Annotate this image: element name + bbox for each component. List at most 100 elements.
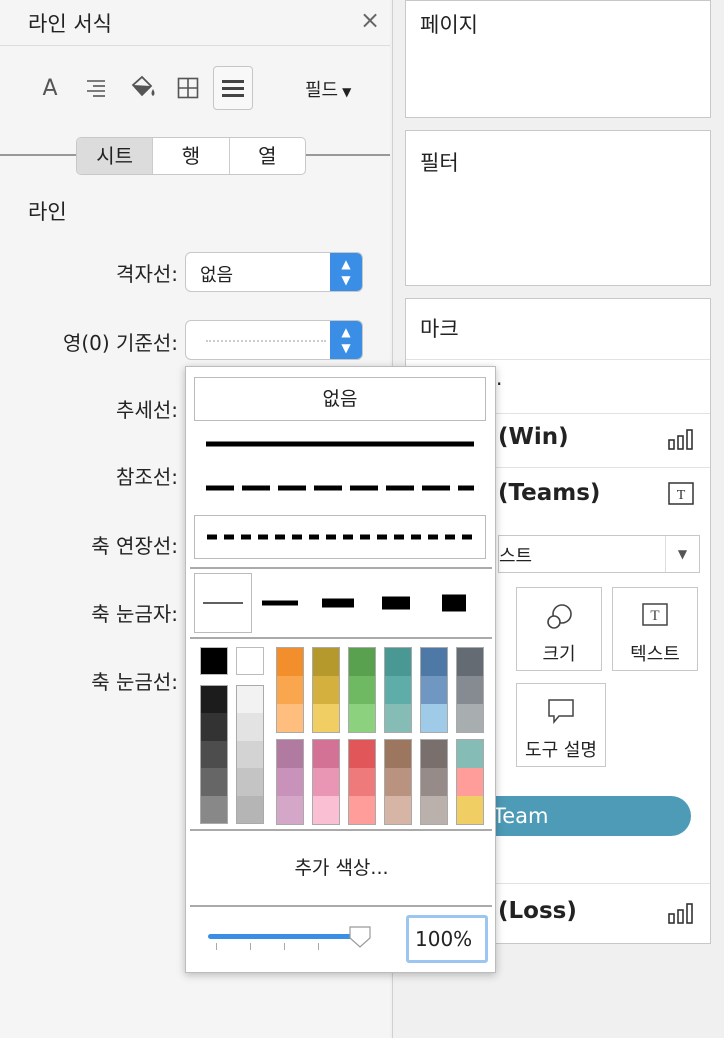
swatch-white[interactable] [236,647,264,675]
team-field-pill[interactable]: Team [471,796,691,836]
color-swatch[interactable] [277,676,303,704]
color-swatch[interactable] [277,796,303,824]
color-swatch[interactable] [313,676,339,704]
line-solid-option[interactable] [194,429,486,459]
color-swatch[interactable] [349,768,375,796]
color-swatch[interactable] [457,796,483,824]
color-swatch[interactable] [421,768,447,796]
tab-rows[interactable]: 행 [153,138,230,174]
chevron-down-icon: ▼ [342,85,352,99]
color-swatch[interactable] [349,704,375,732]
font-icon[interactable]: A [30,66,70,110]
color-swatch[interactable] [421,740,447,768]
color-swatch[interactable] [277,648,303,676]
weight-2-option[interactable] [256,573,312,633]
zero-line-select[interactable]: ▲ ▼ [185,320,363,360]
color-swatch[interactable] [457,704,483,732]
pages-shelf[interactable]: 페이지 [405,0,711,118]
alignment-icon[interactable] [76,66,116,110]
opacity-input[interactable]: 100% [406,915,488,963]
swatch-column[interactable] [420,739,448,825]
line-dotted-option[interactable] [194,515,486,559]
swatch-column[interactable] [348,647,376,733]
swatch-black[interactable] [200,647,228,675]
color-swatch[interactable] [349,676,375,704]
color-swatch[interactable] [457,648,483,676]
opacity-slider-handle[interactable] [348,925,372,949]
color-swatch[interactable] [385,768,411,796]
color-swatch[interactable] [421,704,447,732]
swatch-column-dark-grays[interactable] [200,685,228,824]
swatch-column[interactable] [276,739,304,825]
color-swatch[interactable] [237,795,263,823]
color-swatch[interactable] [385,740,411,768]
color-swatch[interactable] [201,768,227,796]
color-swatch[interactable] [457,768,483,796]
borders-icon[interactable] [168,66,208,110]
color-swatch[interactable] [421,796,447,824]
color-swatch[interactable] [277,704,303,732]
color-swatch[interactable] [201,686,227,714]
color-swatch[interactable] [277,768,303,796]
weight-4-option[interactable] [376,573,432,633]
swatch-column[interactable] [456,739,484,825]
size-icon [517,602,601,637]
line-dashed-option[interactable] [194,473,486,503]
swatch-column[interactable] [312,739,340,825]
color-swatch[interactable] [349,740,375,768]
tooltip-icon [517,698,605,729]
close-icon[interactable]: × [356,6,384,34]
swatch-column[interactable] [312,647,340,733]
color-swatch[interactable] [237,768,263,796]
color-swatch[interactable] [313,768,339,796]
color-swatch[interactable] [385,704,411,732]
size-button[interactable]: 크기 [516,587,602,671]
color-swatch[interactable] [457,676,483,704]
color-swatch[interactable] [385,676,411,704]
color-swatch[interactable] [201,795,227,823]
swatch-column[interactable] [348,739,376,825]
stepper-icon: ▲ ▼ [330,321,362,359]
line-none-option[interactable]: 없음 [194,377,486,421]
color-swatch[interactable] [421,676,447,704]
swatch-column[interactable] [420,647,448,733]
tab-sheet[interactable]: 시트 [77,138,154,174]
weight-1-option[interactable] [194,573,252,633]
weight-3-option[interactable] [316,573,372,633]
color-swatch[interactable] [201,740,227,769]
color-swatch[interactable] [201,713,227,741]
color-swatch[interactable] [313,796,339,824]
text-button[interactable]: T 텍스트 [612,587,698,671]
tooltip-button[interactable]: 도구 설명 [516,683,606,767]
opacity-slider-fill[interactable] [208,934,354,939]
gridlines-value: 없음 [200,265,234,286]
tab-columns[interactable]: 열 [230,138,305,174]
weight-5-option[interactable] [436,573,492,633]
color-swatch[interactable] [421,648,447,676]
swatch-column[interactable] [384,739,412,825]
swatch-column[interactable] [384,647,412,733]
color-swatch[interactable] [237,686,263,714]
color-swatch[interactable] [313,704,339,732]
lines-icon[interactable] [213,66,253,110]
shading-icon[interactable] [123,66,163,110]
swatch-column[interactable] [276,647,304,733]
color-swatch[interactable] [457,740,483,768]
color-swatch[interactable] [277,740,303,768]
swatch-column-light-grays[interactable] [236,685,264,824]
more-colors-button[interactable]: 추가 색상... [186,853,497,880]
gridlines-select[interactable]: 없음 ▲ ▼ [185,252,363,292]
color-swatch[interactable] [385,796,411,824]
color-swatch[interactable] [237,740,263,769]
opacity-value: 100% [415,927,473,951]
color-swatch[interactable] [313,648,339,676]
color-swatch[interactable] [313,740,339,768]
color-swatch[interactable] [237,713,263,741]
color-swatch[interactable] [385,648,411,676]
filters-shelf[interactable]: 필터 [405,130,711,286]
swatch-column[interactable] [456,647,484,733]
mark-type-select[interactable]: 스트 ▼ [498,535,700,573]
field-dropdown[interactable]: 필드 ▼ [305,76,351,102]
color-swatch[interactable] [349,648,375,676]
color-swatch[interactable] [349,796,375,824]
